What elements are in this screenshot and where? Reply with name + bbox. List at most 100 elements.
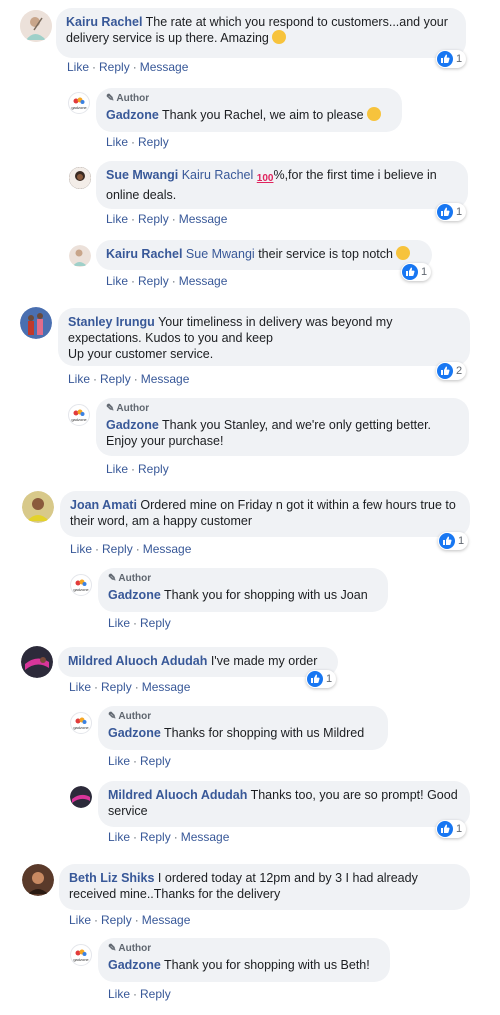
commenter-name[interactable]: Beth Liz Shiks	[69, 871, 154, 885]
avatar-photo-icon	[21, 646, 53, 678]
author-badge: ✎ Author	[108, 571, 378, 587]
avatar-photo-icon	[20, 10, 52, 42]
reply-link[interactable]: Reply	[140, 830, 171, 844]
reply-link[interactable]: Reply	[102, 542, 133, 556]
like-link[interactable]: Like	[106, 212, 128, 226]
reply-link[interactable]: Reply	[140, 616, 171, 630]
reply-link[interactable]: Reply	[140, 754, 171, 768]
comment-actions: Like · Reply	[106, 135, 169, 149]
comment-actions: Like · Reply · Message	[106, 212, 228, 226]
author-badge-label: Author	[116, 93, 150, 104]
message-link[interactable]: Message	[142, 913, 191, 927]
message-link[interactable]: Message	[179, 274, 228, 288]
avatar[interactable]	[70, 786, 92, 808]
like-link[interactable]: Like	[108, 830, 130, 844]
reaction-number: 2	[456, 365, 463, 377]
avatar[interactable]	[69, 245, 91, 267]
avatar[interactable]	[22, 864, 54, 896]
commenter-name[interactable]: Mildred Aluoch Adudah	[108, 788, 247, 802]
commenter-name[interactable]: Gadzone	[108, 958, 161, 972]
message-link[interactable]: Message	[181, 830, 230, 844]
comment-bubble: Mildred Aluoch Adudah I've made my order	[58, 647, 338, 677]
like-link[interactable]: Like	[70, 542, 92, 556]
reaction-number: 1	[456, 206, 463, 218]
like-link[interactable]: Like	[108, 616, 130, 630]
like-link[interactable]: Like	[68, 372, 90, 386]
like-link[interactable]: Like	[106, 274, 128, 288]
commenter-name[interactable]: Mildred Aluoch Adudah	[68, 654, 207, 668]
commenter-name[interactable]: Gadzone	[106, 418, 159, 432]
message-link[interactable]: Message	[141, 372, 190, 386]
commenter-name[interactable]: Stanley Irungu	[68, 315, 155, 329]
comment-actions: Like · Reply · Message	[70, 542, 192, 556]
reply-link[interactable]: Reply	[100, 372, 131, 386]
avatar[interactable]	[20, 307, 52, 339]
like-link[interactable]: Like	[67, 60, 89, 74]
like-link[interactable]: Like	[108, 754, 130, 768]
reply-link[interactable]: Reply	[138, 462, 169, 476]
reaction-count[interactable]: 1	[436, 203, 467, 221]
reaction-count[interactable]: 1	[306, 670, 337, 688]
commenter-name[interactable]: Sue Mwangi	[106, 168, 178, 182]
reaction-number: 1	[458, 535, 465, 547]
gadzone-logo-avatar[interactable]: gadzone	[70, 712, 92, 734]
commenter-name[interactable]: Joan Amati	[70, 498, 137, 512]
comment-actions: Like · Reply	[108, 754, 171, 768]
thumbs-up-icon	[437, 51, 453, 67]
like-link[interactable]: Like	[69, 680, 91, 694]
mention-link[interactable]: Kairu Rachel	[182, 168, 254, 182]
gadzone-logo-avatar[interactable]: gadzone	[68, 404, 90, 426]
comment-actions: Like · Reply · Message	[108, 830, 230, 844]
message-link[interactable]: Message	[143, 542, 192, 556]
avatar[interactable]	[20, 10, 52, 42]
commenter-name[interactable]: Gadzone	[108, 588, 161, 602]
reaction-count[interactable]: 1	[438, 532, 469, 550]
thumbs-up-icon	[437, 363, 453, 379]
comment-bubble: ✎ Author Gadzone Thanks for shopping with…	[98, 706, 388, 750]
reaction-number: 1	[421, 266, 428, 278]
reply-link[interactable]: Reply	[138, 274, 169, 288]
thumbs-up-icon	[437, 821, 453, 837]
reaction-count[interactable]: 2	[436, 362, 467, 380]
reaction-number: 1	[456, 53, 463, 65]
avatar[interactable]	[21, 646, 53, 678]
reaction-count[interactable]: 1	[436, 820, 467, 838]
gadzone-logo-avatar[interactable]: gadzone	[70, 574, 92, 596]
pencil-icon: ✎	[106, 93, 115, 104]
reaction-count[interactable]: 1	[401, 263, 432, 281]
comment-bubble: ✎ Author Gadzone Thank you for shopping w…	[98, 568, 388, 612]
logo-text: gadzone	[73, 586, 89, 592]
comment-bubble: ✎ Author Gadzone Thank you Rachel, we aim…	[96, 88, 402, 132]
like-link[interactable]: Like	[69, 913, 91, 927]
avatar-photo-icon	[69, 167, 91, 189]
mention-link[interactable]: Sue Mwangi	[186, 247, 255, 261]
reaction-number: 1	[326, 673, 333, 685]
commenter-name[interactable]: Gadzone	[108, 726, 161, 740]
message-link[interactable]: Message	[142, 680, 191, 694]
comment-bubble: Sue Mwangi Kairu Rachel 100%,for the fir…	[96, 161, 468, 209]
gadzone-logo-avatar[interactable]: gadzone	[68, 92, 90, 114]
reply-link[interactable]: Reply	[101, 680, 132, 694]
like-link[interactable]: Like	[106, 135, 128, 149]
reply-link[interactable]: Reply	[140, 987, 171, 1001]
comment-actions: Like · Reply	[108, 616, 171, 630]
avatar[interactable]	[22, 491, 54, 523]
reply-link[interactable]: Reply	[138, 135, 169, 149]
avatar[interactable]	[69, 167, 91, 189]
reaction-count[interactable]: 1	[436, 50, 467, 68]
message-link[interactable]: Message	[179, 212, 228, 226]
like-link[interactable]: Like	[108, 987, 130, 1001]
thumbs-up-icon	[307, 671, 323, 687]
commenter-name[interactable]: Kairu Rachel	[106, 247, 182, 261]
gadzone-logo-avatar[interactable]: gadzone	[70, 944, 92, 966]
reply-link[interactable]: Reply	[138, 212, 169, 226]
comment-text: their service is top notch	[258, 247, 393, 261]
reply-link[interactable]: Reply	[101, 913, 132, 927]
ok-hand-emoji-icon	[396, 246, 411, 260]
avatar-photo-icon	[22, 491, 54, 523]
commenter-name[interactable]: Gadzone	[106, 108, 159, 122]
message-link[interactable]: Message	[140, 60, 189, 74]
commenter-name[interactable]: Kairu Rachel	[66, 15, 142, 29]
reply-link[interactable]: Reply	[99, 60, 130, 74]
like-link[interactable]: Like	[106, 462, 128, 476]
